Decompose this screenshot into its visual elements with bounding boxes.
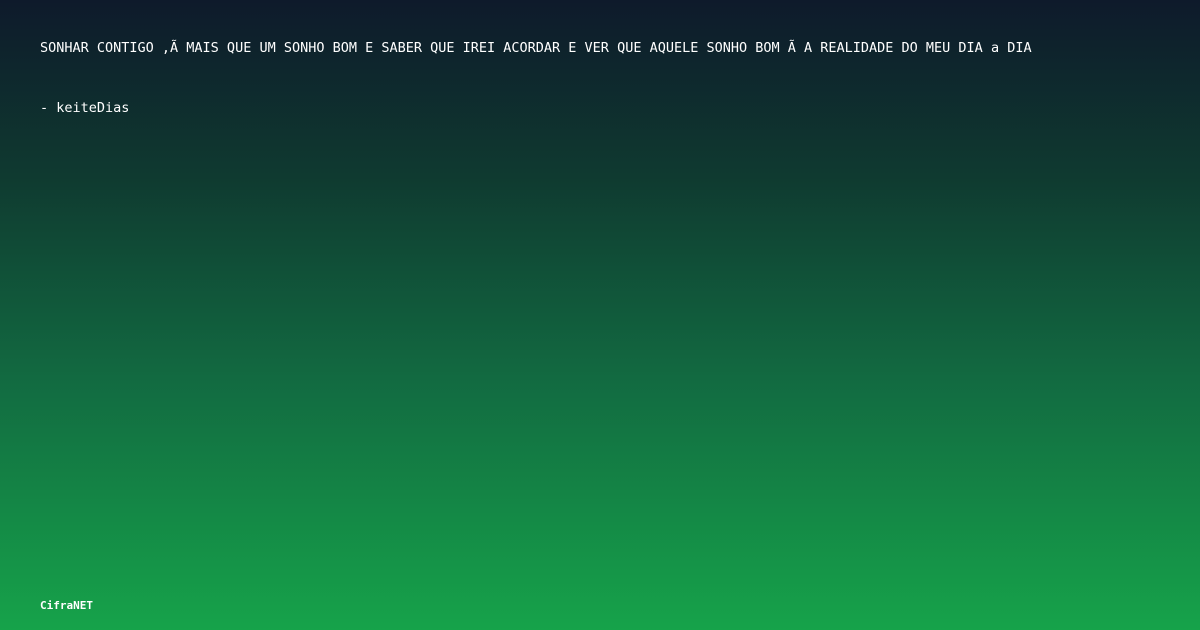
quote-text: SONHAR CONTIGO ‚Ã MAIS QUE UM SONHO BOM … bbox=[40, 40, 1032, 56]
quote-author: - keiteDias bbox=[40, 100, 130, 116]
brand-logo-text: CifraNET bbox=[40, 599, 93, 612]
